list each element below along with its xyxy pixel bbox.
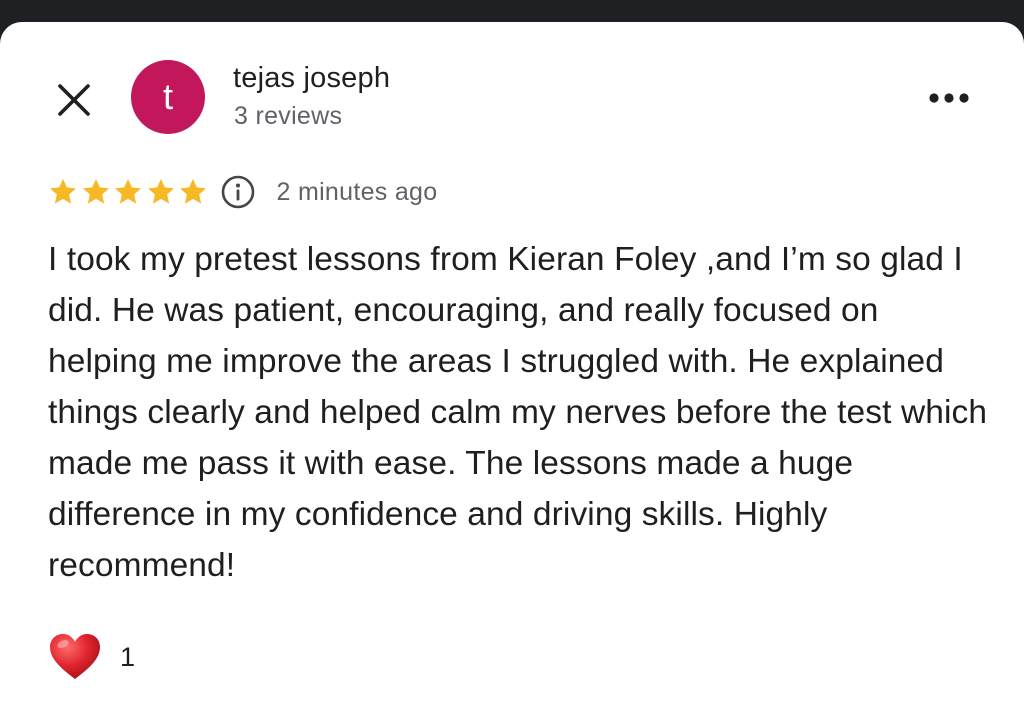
reaction-button[interactable]: 1: [48, 632, 135, 682]
star-icon: [180, 179, 206, 204]
info-icon: [221, 175, 254, 209]
review-time: 2 minutes ago: [276, 177, 438, 206]
star-icon: [82, 179, 109, 204]
star-rating: [48, 177, 211, 207]
avatar-initial: t: [162, 76, 173, 117]
close-button[interactable]: [54, 80, 94, 120]
close-icon: [58, 84, 90, 116]
star-icon: [147, 179, 174, 204]
review-text: I took my pretest lessons from Kieran Fo…: [48, 241, 988, 584]
review-card: t tejas joseph 3 reviews 2 minutes ago I…: [0, 22, 1024, 702]
author-review-count: 3 reviews: [234, 102, 343, 130]
more-horizontal-icon: [929, 93, 969, 103]
avatar[interactable]: t: [131, 60, 205, 134]
author-name[interactable]: tejas joseph: [233, 62, 390, 95]
rating-row: 2 minutes ago: [48, 172, 437, 212]
heart-icon: [50, 634, 100, 679]
more-options-button[interactable]: [924, 80, 974, 116]
info-button[interactable]: [221, 175, 255, 209]
reaction-count: 1: [120, 641, 136, 672]
star-icon: [50, 179, 76, 204]
star-icon: [115, 179, 141, 204]
